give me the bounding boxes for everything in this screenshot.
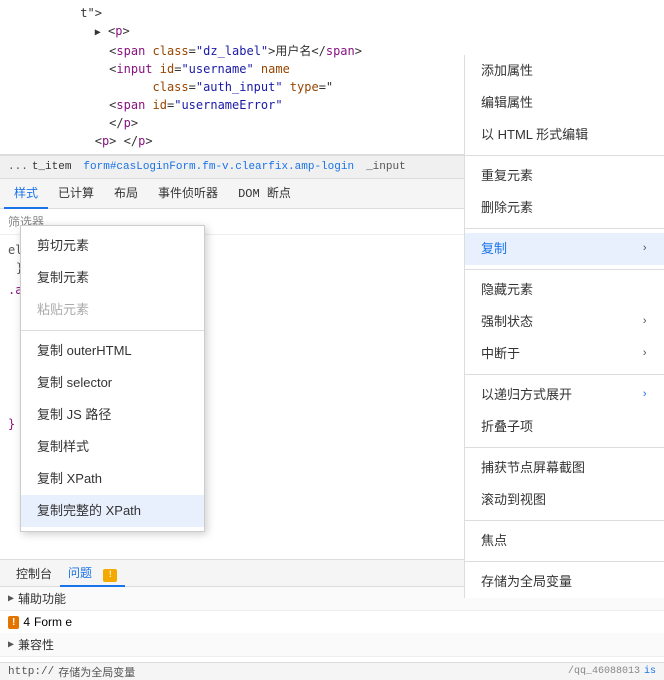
expand-arrow: › — [641, 385, 648, 405]
separator-6 — [465, 520, 664, 521]
url-bar: http:// 存储为全局变量 /qq_46088013 is — [0, 662, 664, 680]
menu-store-global[interactable]: 存储为全局变量 — [465, 566, 664, 598]
url-full: 存储为全局变量 — [58, 664, 135, 680]
separator-5 — [465, 447, 664, 448]
menu-add-attr-label: 添加属性 — [481, 61, 533, 81]
url-text: http:// — [8, 666, 54, 678]
breadcrumb-item-1[interactable]: t_item — [32, 161, 72, 173]
menu-store-global-label: 存储为全局变量 — [481, 572, 572, 592]
menu-collapse-children-label: 折叠子项 — [481, 417, 533, 437]
menu-capture-label: 捕获节点屏幕截图 — [481, 458, 585, 478]
menu-copy-xpath[interactable]: 复制 XPath — [21, 463, 204, 495]
menu-cut[interactable]: 剪切元素 — [21, 230, 204, 262]
menu-edit-attr-label: 编辑属性 — [481, 93, 533, 113]
menu-copy-outerhtml[interactable]: 复制 outerHTML — [21, 335, 204, 367]
menu-focus[interactable]: 焦点 — [465, 525, 664, 557]
left-separator-1 — [21, 330, 204, 331]
menu-copy-js-path[interactable]: 复制 JS 路径 — [21, 399, 204, 431]
compatibility-collapse-icon: ▶ — [8, 639, 14, 651]
menu-hide[interactable]: 隐藏元素 — [465, 274, 664, 306]
menu-expand-recursive-label: 以递归方式展开 — [481, 385, 572, 405]
menu-force-state-label: 强制状态 — [481, 312, 533, 332]
submenu-arrow-break: › — [641, 344, 648, 364]
accessibility-content: ! 4 Form e — [0, 611, 664, 633]
html-line-1: t"> — [8, 4, 656, 22]
menu-paste-element: 粘贴元素 — [21, 294, 204, 326]
menu-edit-attr[interactable]: 编辑属性 — [465, 87, 664, 119]
left-context-menu: 剪切元素 复制元素 粘贴元素 复制 outerHTML 复制 selector … — [20, 225, 205, 532]
tab-layout[interactable]: 布局 — [104, 179, 148, 209]
menu-copy-full-xpath[interactable]: 复制完整的 XPath — [21, 495, 204, 527]
tab-console[interactable]: 控制台 — [8, 561, 60, 586]
menu-scroll-label: 滚动到视图 — [481, 490, 546, 510]
menu-force-state[interactable]: 强制状态 › — [465, 306, 664, 338]
menu-focus-label: 焦点 — [481, 531, 507, 551]
tab-computed[interactable]: 已计算 — [48, 179, 104, 209]
issues-badge: ! — [103, 569, 117, 582]
separator-3 — [465, 269, 664, 270]
separator-4 — [465, 374, 664, 375]
menu-edit-html[interactable]: 以 HTML 形式编辑 — [465, 119, 664, 151]
menu-duplicate-label: 重复元素 — [481, 166, 533, 186]
accessibility-count: 4 — [23, 615, 30, 629]
menu-collapse-children[interactable]: 折叠子项 — [465, 411, 664, 443]
menu-edit-html-label: 以 HTML 形式编辑 — [481, 125, 588, 145]
compatibility-label: 兼容性 — [18, 636, 54, 653]
menu-duplicate[interactable]: 重复元素 — [465, 160, 664, 192]
tab-issues[interactable]: 问题 ! — [60, 560, 125, 587]
separator-1 — [465, 155, 664, 156]
html-line-2[interactable]: ▶ <p> — [8, 22, 656, 42]
right-context-menu: 添加属性 编辑属性 以 HTML 形式编辑 重复元素 删除元素 复制 › 隐藏元… — [464, 55, 664, 598]
breadcrumb-dots[interactable]: ... — [8, 161, 28, 173]
menu-copy-styles[interactable]: 复制样式 — [21, 431, 204, 463]
accessibility-row: ! 4 Form e — [8, 615, 656, 629]
menu-copy-selector[interactable]: 复制 selector — [21, 367, 204, 399]
url-link-suffix: is — [644, 666, 656, 677]
menu-add-attr[interactable]: 添加属性 — [465, 55, 664, 87]
menu-break-on[interactable]: 中断于 › — [465, 338, 664, 370]
accessibility-collapse-icon: ▶ — [8, 593, 14, 605]
submenu-arrow-force: › — [641, 312, 648, 332]
menu-copy-label: 复制 — [481, 239, 507, 259]
menu-hide-label: 隐藏元素 — [481, 280, 533, 300]
tab-dom-breakpoints[interactable]: DOM 断点 — [228, 179, 301, 209]
warning-icon: ! — [8, 616, 19, 629]
devtools-panel: t"> ▶ <p> <span class="dz_label">用户名</sp… — [0, 0, 664, 680]
menu-capture-screenshot[interactable]: 捕获节点屏幕截图 — [465, 452, 664, 484]
accessibility-text: Form e — [34, 615, 72, 629]
menu-break-on-label: 中断于 — [481, 344, 520, 364]
menu-delete[interactable]: 删除元素 — [465, 192, 664, 224]
separator-7 — [465, 561, 664, 562]
menu-copy[interactable]: 复制 › — [465, 233, 664, 265]
breadcrumb-item-2[interactable]: form#casLoginForm.fm-v.clearfix.amp-logi… — [83, 161, 354, 173]
submenu-arrow-copy: › — [641, 239, 648, 259]
tab-event-listeners[interactable]: 事件侦听器 — [148, 179, 228, 209]
separator-2 — [465, 228, 664, 229]
tab-styles[interactable]: 样式 — [4, 179, 48, 209]
menu-scroll-to-view[interactable]: 滚动到视图 — [465, 484, 664, 516]
accessibility-label: 辅助功能 — [18, 590, 66, 607]
url-suffix: /qq_46088013 — [568, 666, 640, 677]
compatibility-section-header[interactable]: ▶ 兼容性 — [0, 633, 664, 657]
menu-copy-element[interactable]: 复制元素 — [21, 262, 204, 294]
menu-expand-recursive[interactable]: 以递归方式展开 › — [465, 379, 664, 411]
breadcrumb-item-3[interactable]: _input — [366, 161, 406, 173]
menu-delete-label: 删除元素 — [481, 198, 533, 218]
